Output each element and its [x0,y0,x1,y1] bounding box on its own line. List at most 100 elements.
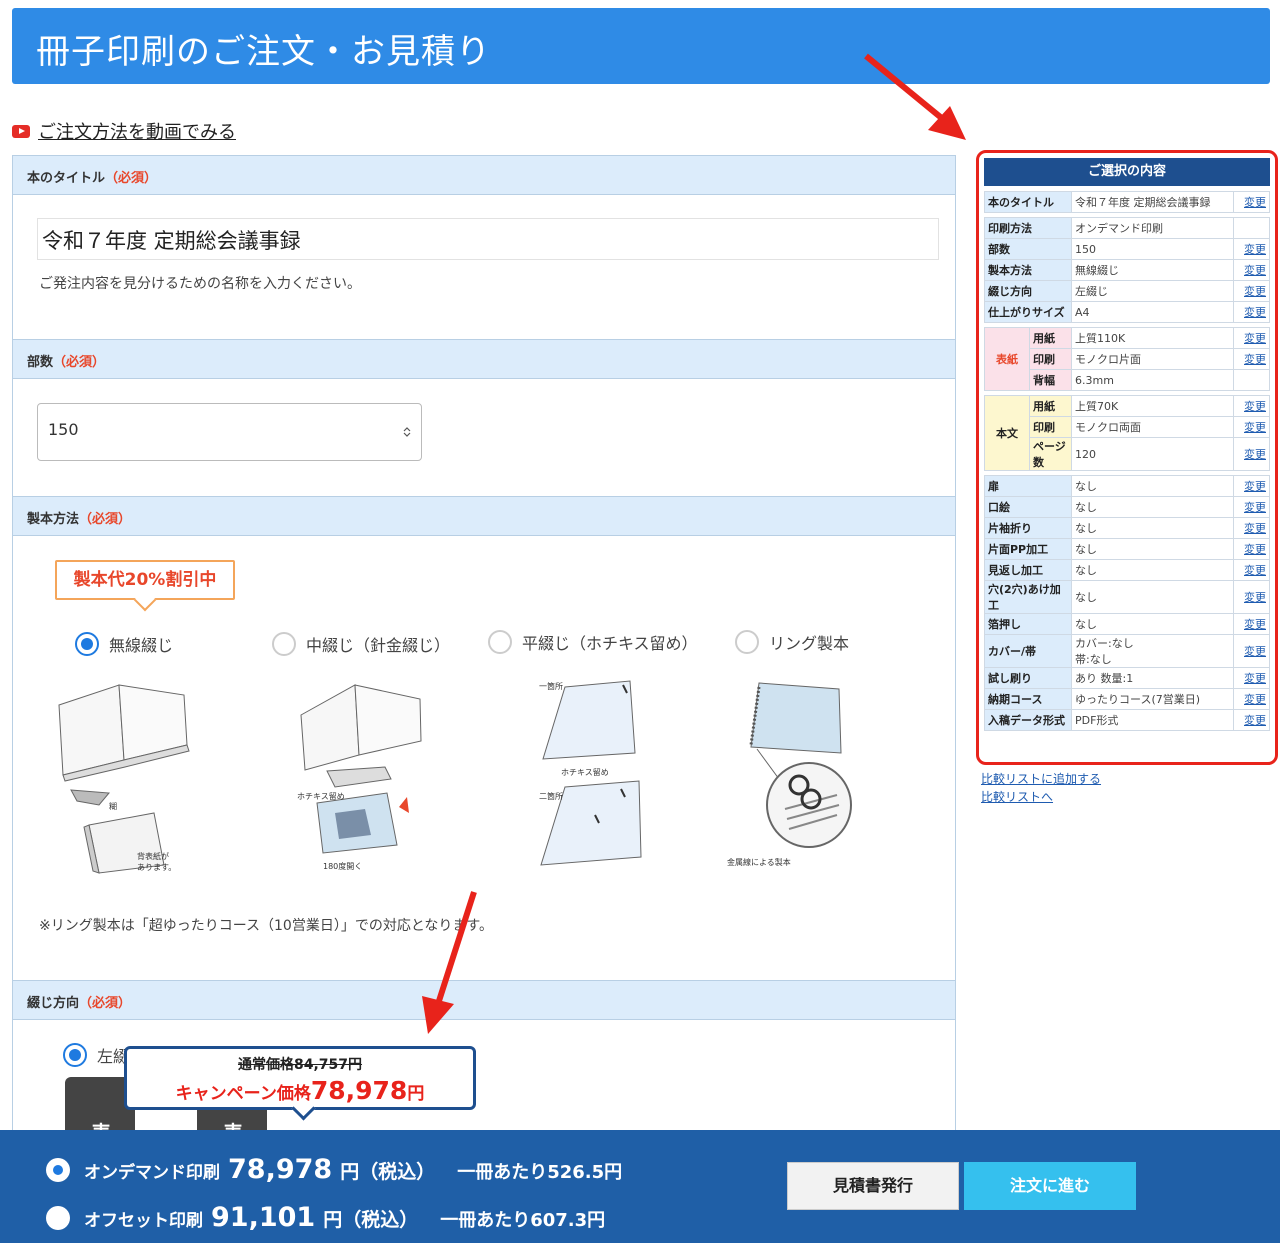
summary-row: カバー/帯 カバー:なし 帯:なし 変更 [984,634,1270,668]
radio-selected-icon[interactable] [46,1157,70,1182]
summary-value: なし [1071,613,1234,635]
binding-option-ring[interactable]: リング製本 [735,630,849,654]
summary-row: 試し刷り あり 数量:1 変更 [984,667,1270,689]
campaign-price: キャンペーン価格78,978円 [127,1076,473,1105]
radio-icon[interactable] [735,630,759,654]
change-link[interactable]: 変更 [1233,395,1270,417]
summary-label: 用紙 [1029,327,1072,349]
price-per-copy: 一冊あたり607.3円 [440,1210,606,1231]
change-link[interactable]: 変更 [1233,667,1270,689]
summary-label: 試し刷り [984,667,1072,689]
estimate-button[interactable]: 見積書発行 [787,1162,959,1210]
change-link[interactable]: 変更 [1233,191,1270,213]
campaign-price-popup: 通常価格84,757円 キャンペーン価格78,978円 [124,1046,476,1110]
section-label: 綴じ方向 [27,996,80,1011]
summary-value: なし [1071,580,1234,614]
direction-option-left[interactable]: 左綴 [63,1043,129,1067]
change-link[interactable]: 変更 [1233,259,1270,281]
book-title-input[interactable]: 令和７年度 定期総会議事録 [37,218,939,260]
summary-label: 片面PP加工 [984,538,1072,560]
section-label: 製本方法 [27,512,80,527]
summary-row: 入稿データ形式 PDF形式 変更 [984,709,1270,731]
perfect-binding-illustration [58,684,190,874]
change-link[interactable]: 変更 [1233,416,1270,438]
change-link[interactable]: 変更 [1233,475,1270,497]
compare-list-link[interactable]: 比較リストへ [981,788,1053,805]
ring-binding-illustration [749,682,852,848]
option-label: リング製本 [769,634,850,653]
change-link[interactable]: 変更 [1233,348,1270,370]
change-link[interactable]: 変更 [1233,517,1270,539]
summary-value: モノクロ片面 [1071,348,1234,370]
summary-label: ページ数 [1029,437,1072,471]
summary-row: 部数 150 変更 [984,238,1270,260]
summary-value: 上質110K [1071,327,1234,349]
binding-discount-badge: 製本代20%割引中 [55,560,235,600]
quantity-value: 150 [48,420,79,439]
binding-option-stapled[interactable]: 平綴じ（ホチキス留め） [488,630,698,654]
summary-value: なし [1071,559,1234,581]
summary-label: 製本方法 [984,259,1072,281]
order-button[interactable]: 注文に進む [964,1162,1136,1210]
caption-ring: 金属線による製本 [727,858,791,867]
binding-option-perfect[interactable]: 無線綴じ [75,632,173,656]
summary-label: 用紙 [1029,395,1072,417]
summary-value: なし [1071,475,1234,497]
summary-table: 本のタイトル 令和７年度 定期総会議事録 変更 印刷方法 オンデマンド印刷 部数… [983,191,1270,731]
summary-row: 表紙 用紙 上質110K 変更 [983,327,1270,391]
required-mark: （必須） [105,171,158,186]
change-link[interactable]: 変更 [1233,709,1270,731]
change-link[interactable]: 変更 [1233,301,1270,323]
campaign-price-amount: 78,978 [310,1076,408,1105]
change-link[interactable]: 変更 [1233,559,1270,581]
radio-icon[interactable] [272,632,296,656]
change-link[interactable]: 変更 [1233,688,1270,710]
change-link-empty [1233,217,1270,239]
change-link[interactable]: 変更 [1233,613,1270,635]
campaign-price-unit: 円 [407,1084,425,1104]
summary-label: 箔押し [984,613,1072,635]
price-unit: 円（税込） [323,1209,419,1231]
selection-summary: ご選択の内容 本のタイトル 令和７年度 定期総会議事録 変更 印刷方法 オンデマ… [976,150,1278,765]
compare-add-link[interactable]: 比較リストに追加する [981,770,1101,787]
change-link[interactable]: 変更 [1233,280,1270,302]
change-link[interactable]: 変更 [1233,580,1270,614]
summary-label: カバー/帯 [984,634,1072,668]
summary-label: 見返し加工 [984,559,1072,581]
binding-option-saddle[interactable]: 中綴じ（針金綴じ） [272,632,450,656]
summary-row: 口絵 なし 変更 [984,496,1270,518]
radio-selected-icon[interactable] [75,632,99,656]
card-label: 表 [91,1117,111,1130]
saddle-stitch-illustration [300,684,422,854]
summary-value: なし [1071,517,1234,539]
change-link[interactable]: 変更 [1233,496,1270,518]
caption-one-spot: 一箇所 [539,682,563,691]
video-link[interactable]: ご注文方法を動画でみる [12,118,236,144]
radio-icon[interactable] [46,1205,70,1230]
summary-value: 120 [1071,437,1234,471]
summary-label: 入稿データ形式 [984,709,1072,731]
change-link[interactable]: 変更 [1233,538,1270,560]
summary-value: ゆったりコース(7営業日) [1071,688,1234,710]
radio-icon[interactable] [488,630,512,654]
caption-staple: ホチキス留め [561,768,609,777]
cover-label: 表紙 [983,327,1031,391]
summary-row: 印刷方法 オンデマンド印刷 [984,217,1270,239]
arrow-icon [422,891,477,1034]
radio-selected-icon[interactable] [63,1043,87,1067]
caption-stapler: ホチキス留め [297,792,345,801]
change-link[interactable]: 変更 [1233,238,1270,260]
summary-label: 納期コース [984,688,1072,710]
change-link[interactable]: 変更 [1233,634,1270,668]
price-option-offset[interactable]: オフセット印刷 91,101 円（税込） 一冊あたり607.3円 [46,1202,605,1233]
quantity-input[interactable]: 150 [37,403,422,461]
summary-label: 印刷 [1029,348,1072,370]
change-link[interactable]: 変更 [1233,437,1270,471]
video-link-label[interactable]: ご注文方法を動画でみる [38,118,236,144]
stepper-icon[interactable] [403,426,411,438]
summary-label: 扉 [984,475,1072,497]
summary-label: 印刷 [1029,416,1072,438]
change-link[interactable]: 変更 [1233,327,1270,349]
price-option-ondemand[interactable]: オンデマンド印刷 78,978 円（税込） 一冊あたり526.5円 [46,1154,622,1185]
summary-value: 令和７年度 定期総会議事録 [1071,191,1234,213]
